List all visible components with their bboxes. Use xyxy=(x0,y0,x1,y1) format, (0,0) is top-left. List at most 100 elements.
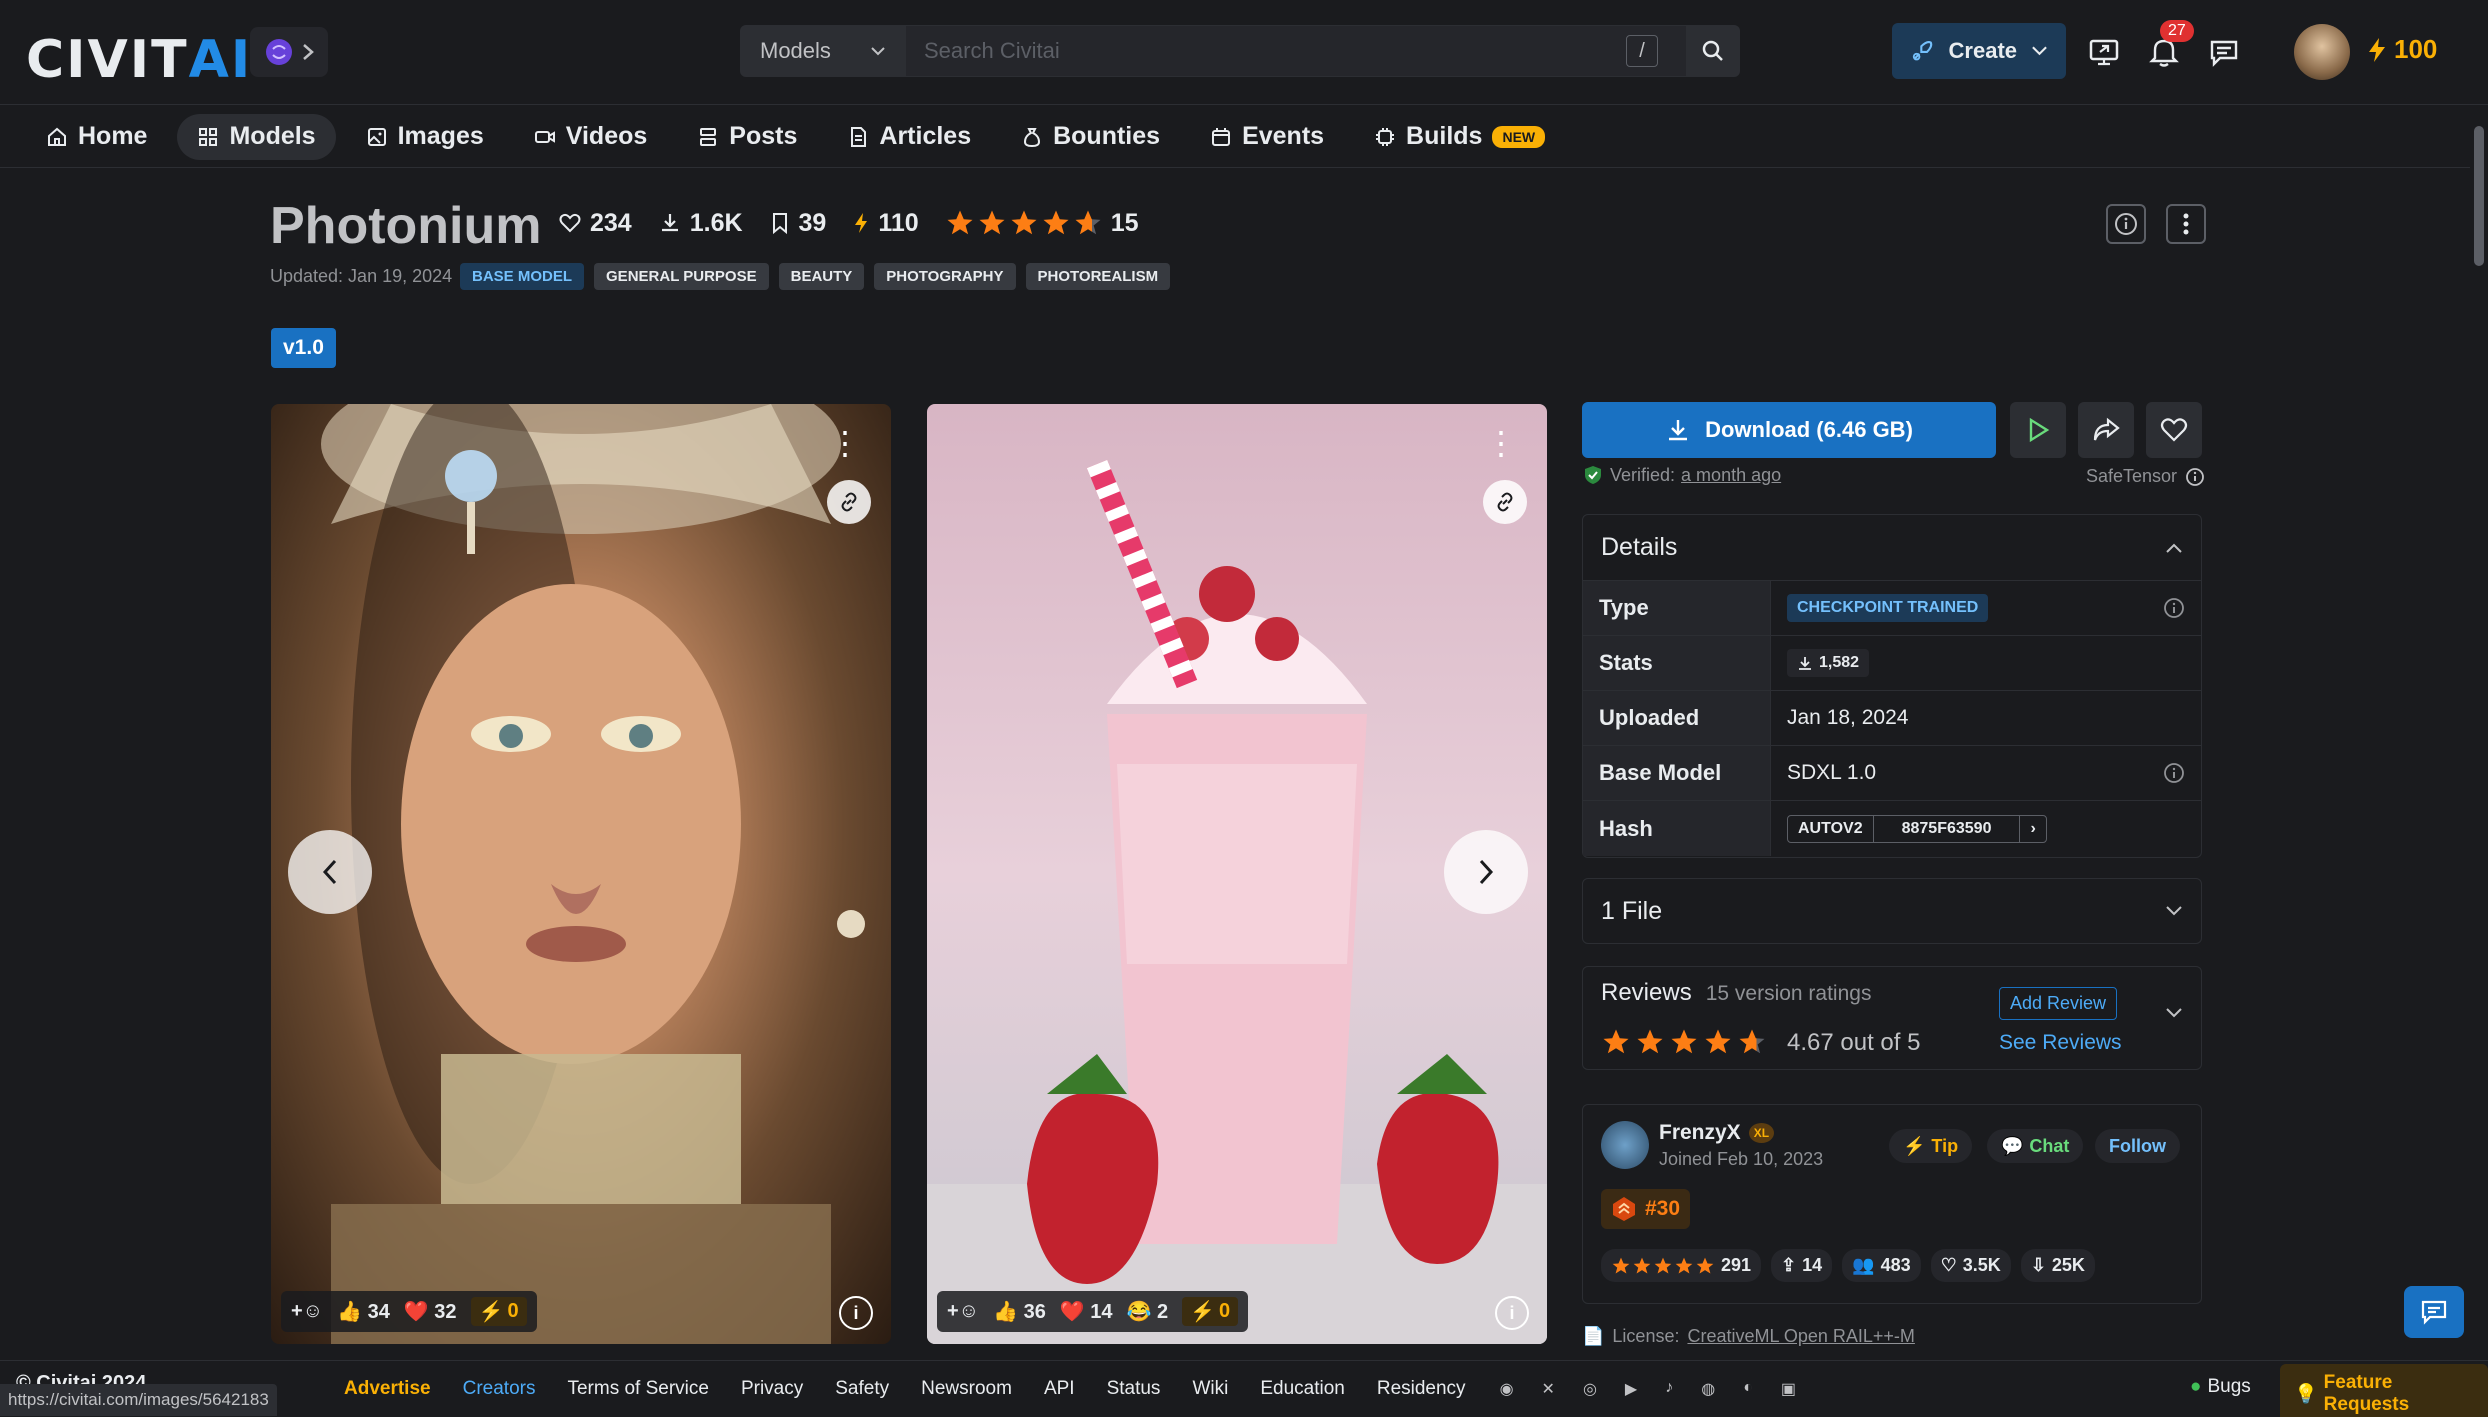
scrollbar-track[interactable] xyxy=(2470,106,2488,1360)
nav-models[interactable]: Models xyxy=(177,113,336,160)
footer-education[interactable]: Education xyxy=(1260,1378,1345,1400)
buzz-tip-button[interactable]: ⚡ 0 xyxy=(470,1297,527,1326)
run-model-button[interactable] xyxy=(2010,402,2066,458)
tip-button[interactable]: ⚡ Tip xyxy=(1889,1129,1973,1163)
hash-value[interactable]: 8875F63590 xyxy=(1874,815,2021,842)
search-button[interactable] xyxy=(1686,25,1740,77)
bugs-link[interactable]: ● Bugs xyxy=(2190,1376,2251,1398)
footer-api[interactable]: API xyxy=(1044,1378,1075,1400)
footer-status[interactable]: Status xyxy=(1107,1378,1161,1400)
chat-creator-button[interactable]: 💬 Chat xyxy=(1987,1129,2084,1163)
tiktok-icon[interactable]: ♪ xyxy=(1665,1379,1673,1399)
nav-bounties[interactable]: Bounties xyxy=(1001,114,1180,160)
nav-home[interactable]: Home xyxy=(26,114,167,160)
files-panel[interactable]: 1 File xyxy=(1582,878,2202,944)
like-button[interactable] xyxy=(2146,402,2202,458)
footer-terms[interactable]: Terms of Service xyxy=(567,1378,708,1400)
thumbs-up-reaction[interactable]: 👍 36 xyxy=(993,1299,1046,1324)
footer-wiki[interactable]: Wiki xyxy=(1192,1378,1228,1400)
likes-stat[interactable]: 234 xyxy=(558,209,632,238)
reaction-bar: +☺ 👍 34 ❤️ 32 ⚡ 0 xyxy=(281,1291,537,1332)
follow-button[interactable]: Follow xyxy=(2095,1129,2180,1163)
civitai-logo[interactable]: CIVITAI xyxy=(26,30,252,90)
updated-date: Updated: Jan 19, 2024 xyxy=(270,266,453,286)
buzz-stat[interactable]: 110 xyxy=(852,209,919,238)
x-icon[interactable]: ✕ xyxy=(1542,1379,1555,1399)
creator-name[interactable]: FrenzyX XL xyxy=(1659,1121,1775,1145)
footer-privacy[interactable]: Privacy xyxy=(741,1378,803,1400)
buzz-balance[interactable]: 100 xyxy=(2366,34,2437,65)
nav-images[interactable]: Images xyxy=(346,114,504,160)
laugh-reaction[interactable]: 😂 2 xyxy=(1127,1299,1169,1324)
thumbs-up-reaction[interactable]: 👍 34 xyxy=(337,1299,390,1324)
support-chat-button[interactable] xyxy=(2404,1286,2464,1338)
hash-next-button[interactable]: › xyxy=(2020,816,2045,842)
more-options-button[interactable] xyxy=(2166,204,2206,244)
footer-creators[interactable]: Creators xyxy=(463,1378,536,1400)
image-menu-button[interactable]: ⋮ xyxy=(1485,424,1517,462)
chat-button[interactable] xyxy=(2204,32,2244,72)
download-button[interactable]: Download (6.46 GB) xyxy=(1582,402,1996,458)
tag-general-purpose[interactable]: GENERAL PURPOSE xyxy=(594,263,769,290)
add-reaction-button[interactable]: +☺ xyxy=(947,1300,979,1323)
search-input[interactable]: Search Civitai / xyxy=(906,25,1686,77)
tag-photorealism[interactable]: PHOTOREALISM xyxy=(1025,263,1171,290)
details-header[interactable]: Details xyxy=(1583,515,2201,581)
monitor-button[interactable] xyxy=(2084,32,2124,72)
image-info-button[interactable]: i xyxy=(839,1296,873,1330)
info-icon[interactable] xyxy=(2185,467,2205,487)
tag-base-model[interactable]: BASE MODEL xyxy=(460,263,585,290)
heart-reaction[interactable]: ❤️ 32 xyxy=(404,1299,457,1324)
star-icon xyxy=(1739,1029,1765,1054)
chevron-down-icon[interactable] xyxy=(2165,1007,2183,1019)
app-switcher[interactable] xyxy=(250,27,328,77)
nav-posts[interactable]: Posts xyxy=(677,114,817,160)
footer-safety[interactable]: Safety xyxy=(835,1378,889,1400)
info-icon[interactable] xyxy=(2163,597,2185,619)
twitch-icon[interactable]: ▣ xyxy=(1781,1379,1796,1399)
image-info-button[interactable]: i xyxy=(1495,1296,1529,1330)
discord-icon[interactable]: ◉ xyxy=(1500,1379,1514,1399)
reddit-icon[interactable]: ◍ xyxy=(1701,1379,1715,1399)
copy-link-button[interactable] xyxy=(1483,480,1527,524)
version-tab-v1[interactable]: v1.0 xyxy=(271,328,336,368)
instagram-icon[interactable]: ◎ xyxy=(1583,1379,1597,1399)
footer-advertise[interactable]: Advertise xyxy=(344,1378,431,1400)
info-icon[interactable] xyxy=(2163,762,2185,784)
feature-requests-button[interactable]: 💡 Feature Requests xyxy=(2280,1364,2488,1417)
buzz-tip-button[interactable]: ⚡ 0 xyxy=(1182,1297,1239,1326)
tag-photography[interactable]: PHOTOGRAPHY xyxy=(874,263,1016,290)
hash-box[interactable]: AUTOV2 8875F63590 › xyxy=(1787,814,2047,843)
nav-builds[interactable]: Builds NEW xyxy=(1354,114,1565,160)
rating-stat[interactable]: 15 xyxy=(945,208,1139,238)
nav-events[interactable]: Events xyxy=(1190,114,1344,160)
image-menu-button[interactable]: ⋮ xyxy=(829,424,861,462)
add-reaction-button[interactable]: +☺ xyxy=(291,1300,323,1323)
copy-link-button[interactable] xyxy=(827,480,871,524)
verified-time-link[interactable]: a month ago xyxy=(1681,465,1781,486)
nav-articles[interactable]: Articles xyxy=(827,114,991,160)
search-category-select[interactable]: Models xyxy=(740,25,906,77)
chevron-down-icon xyxy=(2032,46,2047,56)
carousel-next-button[interactable] xyxy=(1444,830,1528,914)
hash-type[interactable]: AUTOV2 xyxy=(1788,815,1874,842)
license-link[interactable]: CreativeML Open RAIL++-M xyxy=(1687,1326,1914,1347)
footer-newsroom[interactable]: Newsroom xyxy=(921,1378,1012,1400)
bookmarks-stat[interactable]: 39 xyxy=(769,209,826,238)
github-icon[interactable]: ◐ xyxy=(1743,1379,1753,1399)
user-avatar[interactable] xyxy=(2294,24,2350,80)
star-icon xyxy=(1696,1257,1714,1273)
nav-videos[interactable]: Videos xyxy=(514,114,668,160)
heart-reaction[interactable]: ❤️ 14 xyxy=(1060,1299,1113,1324)
carousel-prev-button[interactable] xyxy=(288,830,372,914)
share-button[interactable] xyxy=(2078,402,2134,458)
creator-avatar[interactable] xyxy=(1601,1121,1649,1169)
see-reviews-link[interactable]: See Reviews xyxy=(1999,1031,2122,1055)
footer-residency[interactable]: Residency xyxy=(1377,1378,1466,1400)
tag-beauty[interactable]: BEAUTY xyxy=(778,263,865,290)
create-button[interactable]: Create xyxy=(1892,23,2066,79)
add-review-button[interactable]: Add Review xyxy=(1999,987,2118,1020)
info-button[interactable] xyxy=(2106,204,2146,244)
youtube-icon[interactable]: ▶ xyxy=(1625,1379,1637,1399)
scrollbar-thumb[interactable] xyxy=(2474,126,2484,266)
